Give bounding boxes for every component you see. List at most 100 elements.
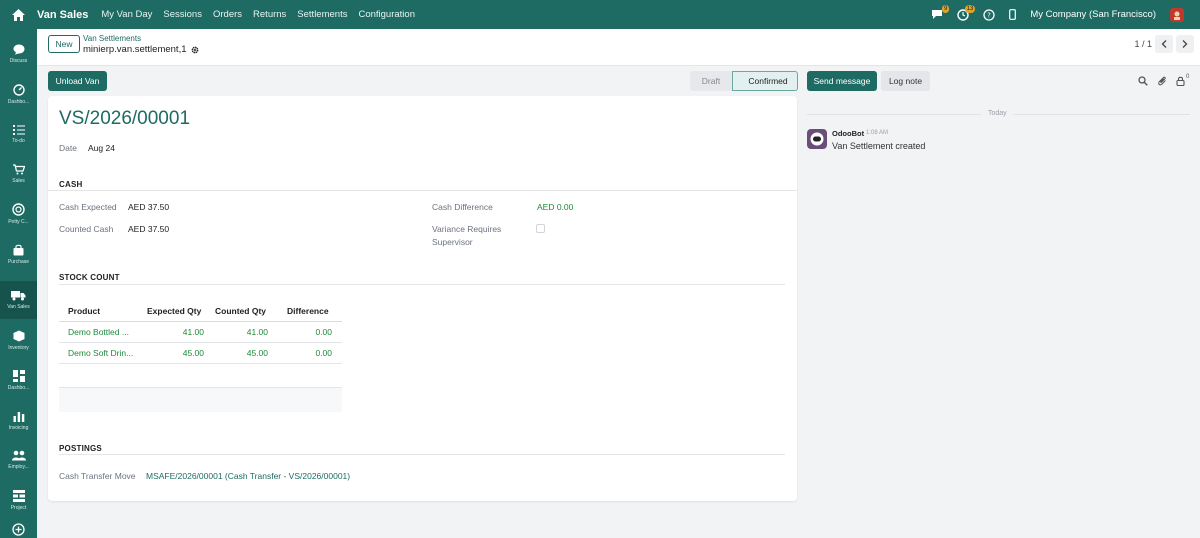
sidebar-item-label: Discuss	[9, 58, 28, 64]
message-body: Van Settlement created	[832, 141, 926, 151]
sidebar-item-discuss[interactable]: Discuss	[0, 35, 37, 73]
menu-my-van-day[interactable]: My Van Day	[101, 9, 152, 20]
phone-icon[interactable]	[1009, 9, 1017, 20]
today-label: Today	[988, 110, 1007, 117]
cash-transfer-move-link[interactable]: MSAFE/2026/00001 (Cash Transfer - VS/202…	[146, 471, 350, 481]
stock-divider	[59, 284, 785, 285]
row-divider	[59, 342, 342, 343]
sidebar-item-dashboards-2[interactable]: Dashbo...	[0, 361, 37, 399]
odoobot-avatar[interactable]	[807, 129, 827, 149]
people-icon	[11, 450, 26, 461]
user-avatar[interactable]	[1170, 7, 1184, 22]
counted-cash-value[interactable]: AED 37.50	[128, 224, 169, 234]
breadcrumb-current: minierp.van.settlement,1	[83, 44, 187, 55]
table-footer	[59, 388, 342, 412]
sidebar-item-invoicing[interactable]: Invoicing	[0, 401, 37, 439]
sidebar-item-todo[interactable]: To-do	[0, 115, 37, 153]
sidebar-item-project[interactable]: Project	[0, 481, 37, 519]
app-brand[interactable]: Van Sales	[37, 9, 88, 21]
cash-transfer-move-label: Cash Transfer Move	[59, 471, 136, 481]
svg-text:?: ?	[987, 11, 991, 19]
menu-orders[interactable]: Orders	[213, 9, 242, 20]
cash-divider	[48, 190, 797, 191]
pager-value[interactable]: 1 / 1	[1134, 39, 1152, 49]
cash-expected-value: AED 37.50	[128, 202, 170, 212]
row-product[interactable]: Demo Soft Drin...	[68, 348, 140, 358]
sidebar-item-purchase[interactable]: Purchase	[0, 235, 37, 273]
sidebar-item-label: Employ...	[8, 464, 29, 470]
date-separator: Today	[807, 110, 1190, 120]
main-menu: My Van Day Sessions Orders Returns Settl…	[101, 9, 415, 20]
sidebar-item-label: Sales	[12, 178, 25, 184]
search-icon[interactable]	[1138, 76, 1148, 88]
sidebar-item-sales[interactable]: Sales	[0, 155, 37, 193]
sidebar-item-label: Petty C...	[8, 219, 29, 225]
menu-returns[interactable]: Returns	[253, 9, 286, 20]
menu-sessions[interactable]: Sessions	[163, 9, 202, 20]
checklist-icon	[12, 125, 25, 135]
sidebar-item-label: Purchase	[7, 258, 30, 265]
pager-next-button[interactable]	[1176, 35, 1194, 53]
sidebar-item-petty-cash[interactable]: Petty C...	[0, 195, 37, 233]
coin-icon	[12, 203, 25, 216]
status-stage-confirmed[interactable]: Confirmed	[732, 71, 798, 91]
dashboard-gauge-icon	[12, 83, 25, 96]
messages-icon[interactable]: 9	[931, 5, 950, 20]
sidebar-item-dashboards[interactable]: Dashbo...	[0, 75, 37, 113]
row-counted-qty[interactable]: 41.00	[232, 327, 268, 337]
cash-expected-label: Cash Expected	[59, 202, 117, 212]
row-expected-qty: 41.00	[182, 327, 204, 337]
unload-van-button[interactable]: Unload Van	[48, 71, 107, 91]
chevron-right-icon	[1182, 40, 1188, 48]
followers-button[interactable]: 0	[1176, 74, 1189, 86]
date-label: Date	[59, 143, 77, 153]
row-counted-qty[interactable]: 45.00	[232, 348, 268, 358]
row-divider	[59, 363, 342, 364]
new-button[interactable]: New	[48, 35, 80, 53]
status-stage-draft[interactable]: Draft	[690, 71, 732, 91]
row-product[interactable]: Demo Bottled ...	[68, 327, 140, 337]
help-icon[interactable]: ?	[983, 8, 995, 21]
breadcrumb-parent[interactable]: Van Settlements	[83, 34, 141, 43]
gear-icon[interactable]	[191, 46, 199, 54]
postings-section-title: POSTINGS	[59, 444, 102, 453]
sidebar-item-van-sales[interactable]: Van Sales	[0, 281, 37, 319]
row-expected-qty: 45.00	[182, 348, 204, 358]
log-note-button[interactable]: Log note	[881, 71, 930, 91]
company-switcher[interactable]: My Company (San Francisco)	[1030, 9, 1156, 20]
cart-icon	[12, 164, 25, 175]
message-time: 1:08 AM	[866, 130, 889, 136]
cash-section-title: CASH	[59, 180, 83, 189]
pager-previous-button[interactable]	[1155, 35, 1173, 53]
sidebar-item-label: Inventory	[8, 344, 29, 351]
sidebar-item-label: Van Sales	[7, 304, 30, 310]
column-header-product[interactable]: Product	[68, 306, 100, 316]
column-header-expected-qty[interactable]: Expected Qty	[147, 306, 201, 316]
bar-chart-icon	[13, 411, 24, 422]
home-menu-icon[interactable]	[0, 0, 37, 29]
control-panel: New Van Settlements minierp.van.settleme…	[37, 29, 1200, 66]
variance-requires-supervisor-checkbox[interactable]	[536, 224, 545, 233]
column-header-difference[interactable]: Difference	[287, 306, 329, 316]
sidebar-item-inventory[interactable]: Inventory	[0, 321, 37, 359]
date-value[interactable]: Aug 24	[88, 143, 115, 153]
cash-difference-label: Cash Difference	[432, 202, 493, 212]
table-header-divider	[59, 321, 342, 322]
send-message-button[interactable]: Send message	[807, 71, 877, 91]
message-author[interactable]: OdooBot	[832, 129, 864, 138]
bot-face-icon	[810, 132, 824, 146]
top-navbar: Van Sales My Van Day Sessions Orders Ret…	[0, 0, 1200, 29]
menu-configuration[interactable]: Configuration	[358, 9, 415, 20]
cash-difference-value: AED 0.00	[537, 202, 574, 212]
stock-count-section-title: STOCK COUNT	[59, 273, 120, 282]
sidebar-item-label: Project	[10, 504, 27, 511]
column-header-counted-qty[interactable]: Counted Qty	[215, 306, 266, 316]
breadcrumb: minierp.van.settlement,1	[83, 44, 199, 55]
activity-clock-icon[interactable]: 13	[957, 4, 976, 21]
plus-circle-icon	[12, 523, 25, 536]
status-bar: Draft Confirmed	[690, 71, 798, 91]
paperclip-icon[interactable]	[1158, 76, 1167, 88]
menu-settlements[interactable]: Settlements	[297, 9, 347, 20]
sidebar-item-employees[interactable]: Employ...	[0, 441, 37, 479]
sidebar-item-add[interactable]	[0, 521, 37, 538]
